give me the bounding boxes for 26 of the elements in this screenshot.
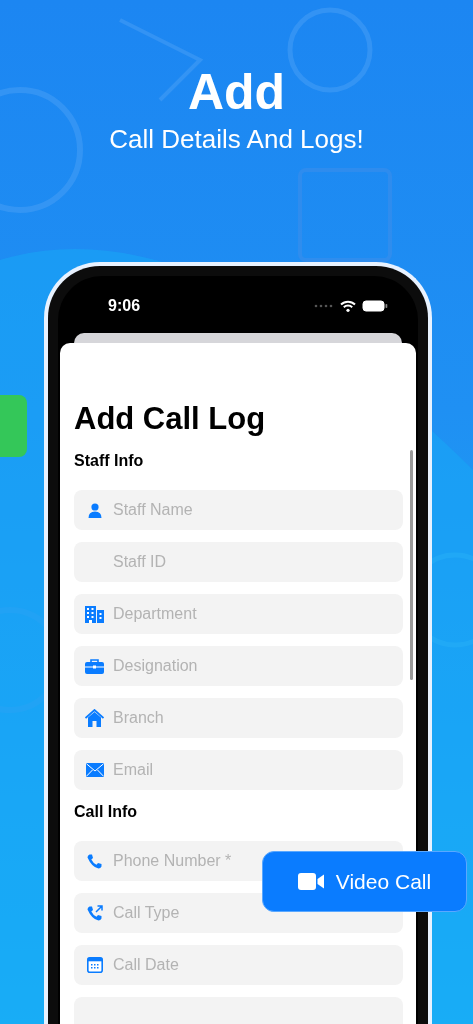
video-camera-icon xyxy=(297,873,324,890)
signal-icon xyxy=(314,304,334,308)
phone-icon xyxy=(87,853,102,869)
status-time: 9:06 xyxy=(108,297,141,315)
house-icon xyxy=(85,709,104,727)
video-call-popup[interactable]: Video Call xyxy=(262,851,467,912)
battery-icon xyxy=(362,300,388,312)
input-field[interactable]: Staff Name xyxy=(74,490,403,530)
input-field[interactable]: Designation xyxy=(74,646,403,686)
wifi-icon xyxy=(340,300,356,312)
input-field[interactable]: Department xyxy=(74,594,403,634)
subheadline: Call Details And Logs! xyxy=(109,124,364,154)
section-heading: Call Info xyxy=(74,803,139,821)
form-title: Add Call Log xyxy=(74,400,267,438)
briefcase-icon xyxy=(85,658,104,674)
envelope-icon xyxy=(85,763,104,777)
input-field[interactable]: Call Date xyxy=(74,945,403,985)
calendar-icon xyxy=(86,957,103,973)
headline: Add xyxy=(187,63,286,122)
input-field[interactable]: Branch xyxy=(74,698,403,738)
input-field[interactable]: Email xyxy=(74,750,403,790)
input-field[interactable]: Staff ID xyxy=(74,542,403,582)
section-heading: Staff Info xyxy=(74,452,145,470)
building-icon xyxy=(85,605,104,623)
phone-arrow-icon xyxy=(86,905,103,921)
person-icon xyxy=(87,502,102,518)
